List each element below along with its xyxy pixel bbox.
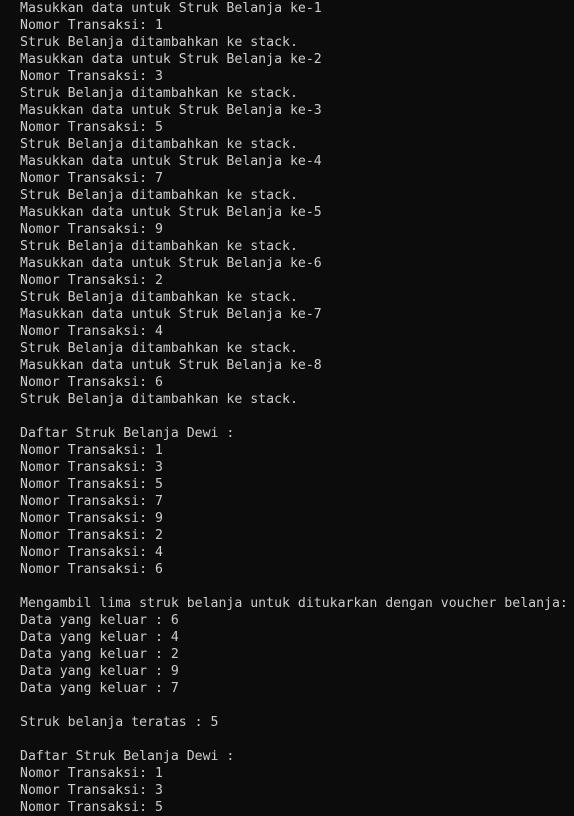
- console-line: Struk belanja teratas : 5: [20, 715, 219, 730]
- console-line: Nomor Transaksi: 3: [20, 69, 163, 84]
- console-line: Masukkan data untuk Struk Belanja ke-2: [20, 52, 322, 67]
- console-line: Data yang keluar : 9: [20, 664, 179, 679]
- console-line: Masukkan data untuk Struk Belanja ke-8: [20, 358, 322, 373]
- console-line: Nomor Transaksi: 5: [20, 120, 163, 135]
- console-line: Nomor Transaksi: 9: [20, 222, 163, 237]
- console-line: Nomor Transaksi: 4: [20, 324, 163, 339]
- console-line: Masukkan data untuk Struk Belanja ke-5: [20, 205, 322, 220]
- console-line: Nomor Transaksi: 1: [20, 443, 163, 458]
- console-line: Struk Belanja ditambahkan ke stack.: [20, 341, 298, 356]
- console-line: Mengambil lima struk belanja untuk dituk…: [20, 596, 568, 611]
- console-line: Struk Belanja ditambahkan ke stack.: [20, 86, 298, 101]
- console-line: Nomor Transaksi: 7: [20, 494, 163, 509]
- console-line: Masukkan data untuk Struk Belanja ke-4: [20, 154, 322, 169]
- console-line: Nomor Transaksi: 2: [20, 528, 163, 543]
- console-line: Nomor Transaksi: 1: [20, 18, 163, 33]
- console-line: Struk Belanja ditambahkan ke stack.: [20, 137, 298, 152]
- console-line: Nomor Transaksi: 5: [20, 800, 163, 815]
- console-line: Struk Belanja ditambahkan ke stack.: [20, 35, 298, 50]
- console-line: Struk Belanja ditambahkan ke stack.: [20, 290, 298, 305]
- console-line: Masukkan data untuk Struk Belanja ke-3: [20, 103, 322, 118]
- console-line: Nomor Transaksi: 1: [20, 766, 163, 781]
- console-line: Masukkan data untuk Struk Belanja ke-7: [20, 307, 322, 322]
- console-line: Data yang keluar : 4: [20, 630, 179, 645]
- console-line: Nomor Transaksi: 6: [20, 562, 163, 577]
- console-line: Nomor Transaksi: 5: [20, 477, 163, 492]
- console-line: Nomor Transaksi: 3: [20, 460, 163, 475]
- console-line: Masukkan data untuk Struk Belanja ke-1: [20, 1, 322, 16]
- console-line: Data yang keluar : 6: [20, 613, 179, 628]
- console-line: Struk Belanja ditambahkan ke stack.: [20, 188, 298, 203]
- console-output: Masukkan data untuk Struk Belanja ke-1 No…: [20, 0, 574, 816]
- console-line: Nomor Transaksi: 9: [20, 511, 163, 526]
- console-line: Struk Belanja ditambahkan ke stack.: [20, 239, 298, 254]
- console-line: Nomor Transaksi: 4: [20, 545, 163, 560]
- console-line: Nomor Transaksi: 6: [20, 375, 163, 390]
- console-line: Data yang keluar : 2: [20, 647, 179, 662]
- console-line: Nomor Transaksi: 2: [20, 273, 163, 288]
- console-line: Daftar Struk Belanja Dewi :: [20, 426, 235, 441]
- console-line: Nomor Transaksi: 3: [20, 783, 163, 798]
- console-line: Daftar Struk Belanja Dewi :: [20, 749, 235, 764]
- console-line: Struk Belanja ditambahkan ke stack.: [20, 392, 298, 407]
- console-line: Data yang keluar : 7: [20, 681, 179, 696]
- console-line: Masukkan data untuk Struk Belanja ke-6: [20, 256, 322, 271]
- console-line: Nomor Transaksi: 7: [20, 171, 163, 186]
